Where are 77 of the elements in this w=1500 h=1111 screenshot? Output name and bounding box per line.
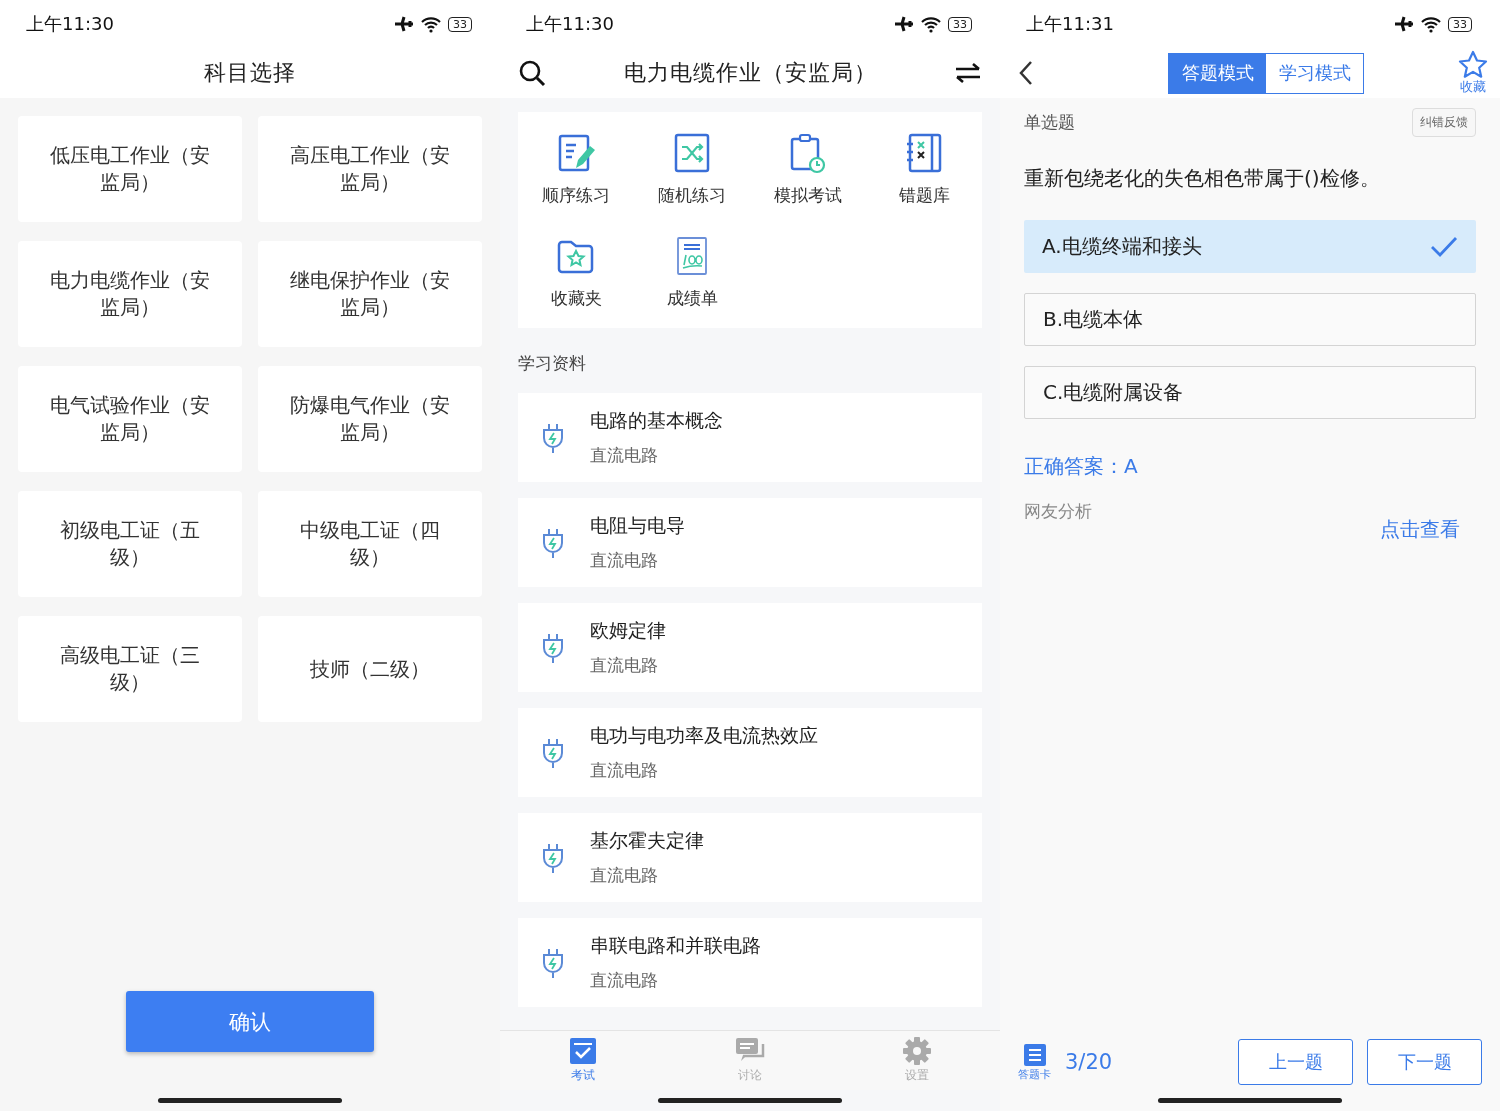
list-icon: [1022, 1042, 1047, 1067]
material-subtitle: 直流电路: [590, 759, 659, 782]
subject-card[interactable]: 低压电工作业（安监局）: [18, 116, 242, 222]
material-title: 电路的基本概念: [590, 408, 723, 433]
mode-tab[interactable]: 答题模式: [1169, 53, 1266, 93]
wifi-icon: [1420, 15, 1442, 33]
material-item[interactable]: 电功与电功率及电流热效应 直流电路: [518, 708, 982, 797]
checklist-icon: [569, 1037, 598, 1065]
check-icon: [1430, 235, 1458, 258]
screen-title: 电力电缆作业（安监局）: [623, 59, 877, 87]
feature-button[interactable]: 错题库: [866, 132, 982, 207]
answer-card-button[interactable]: 答题卡: [1018, 1042, 1051, 1082]
material-title: 电功与电功率及电流热效应: [590, 723, 818, 748]
feature-button[interactable]: 成绩单: [634, 235, 750, 310]
feature-button[interactable]: 模拟考试: [750, 132, 866, 207]
back-icon[interactable]: [1018, 60, 1034, 86]
airplane-icon: [1394, 15, 1414, 33]
feedback-button[interactable]: 纠错反馈: [1412, 108, 1476, 137]
question-type: 单选题: [1024, 111, 1075, 134]
star-icon: [1458, 50, 1488, 78]
material-subtitle: 直流电路: [590, 654, 659, 677]
subject-card[interactable]: 电力电缆作业（安监局）: [18, 241, 242, 347]
material-item[interactable]: 欧姆定律 直流电路: [518, 603, 982, 692]
view-analysis-link[interactable]: 点击查看: [1380, 516, 1460, 543]
battery-indicator: 33: [1448, 16, 1472, 32]
material-item[interactable]: 电阻与电导 直流电路: [518, 498, 982, 587]
material-title: 基尔霍夫定律: [590, 828, 704, 853]
analysis-label: 网友分析: [1024, 500, 1092, 523]
status-time: 上午11:30: [26, 12, 114, 36]
subject-card[interactable]: 电气试验作业（安监局）: [18, 366, 242, 472]
material-title: 电阻与电导: [590, 513, 685, 538]
search-icon[interactable]: [518, 59, 546, 87]
feature-button[interactable]: 收藏夹: [518, 235, 634, 310]
question-text: 重新包绕老化的失色相色带属于()检修。: [1024, 165, 1381, 192]
confirm-button[interactable]: 确认: [126, 991, 374, 1052]
subject-card[interactable]: 初级电工证（五级）: [18, 491, 242, 597]
nav-tab[interactable]: 考试: [543, 1036, 624, 1085]
answer-option[interactable]: C.电缆附属设备: [1024, 366, 1476, 419]
favorite-button[interactable]: 收藏: [1458, 50, 1488, 96]
subject-card[interactable]: 防爆电气作业（安监局）: [258, 366, 482, 472]
subject-card[interactable]: 中级电工证（四级）: [258, 491, 482, 597]
wifi-icon: [420, 15, 442, 33]
correct-answer: 正确答案：A: [1024, 453, 1139, 480]
airplane-icon: [894, 15, 914, 33]
battery-indicator: 33: [448, 16, 472, 32]
section-title: 学习资料: [517, 352, 587, 375]
material-title: 串联电路和并联电路: [590, 933, 761, 958]
feature-button[interactable]: 顺序练习: [518, 132, 634, 207]
notebook-icon: [904, 132, 944, 174]
previous-button[interactable]: 上一题: [1238, 1039, 1353, 1085]
subject-card[interactable]: 技师（二级）: [258, 616, 482, 722]
progress-counter: 3/20: [1065, 1050, 1113, 1074]
subject-card[interactable]: 继电保护作业（安监局）: [258, 241, 482, 347]
battery-indicator: 33: [948, 16, 972, 32]
subject-card[interactable]: 高级电工证（三级）: [18, 616, 242, 722]
subject-card[interactable]: 高压电工作业（安监局）: [258, 116, 482, 222]
status-time: 上午11:30: [526, 12, 614, 36]
material-subtitle: 直流电路: [590, 969, 659, 992]
material-subtitle: 直流电路: [590, 444, 659, 467]
feature-button[interactable]: 随机练习: [634, 132, 750, 207]
next-button[interactable]: 下一题: [1367, 1039, 1482, 1085]
material-subtitle: 直流电路: [590, 549, 659, 572]
material-item[interactable]: 基尔霍夫定律 直流电路: [518, 813, 982, 902]
screen-title: 科目选择: [204, 59, 296, 87]
material-item[interactable]: 串联电路和并联电路 直流电路: [518, 918, 982, 1007]
material-subtitle: 直流电路: [590, 864, 659, 887]
material-item[interactable]: 电路的基本概念 直流电路: [518, 393, 982, 482]
airplane-icon: [394, 15, 414, 33]
note-pencil-icon: [556, 132, 596, 174]
answer-option[interactable]: B.电缆本体: [1024, 293, 1476, 346]
status-time: 上午11:31: [1026, 12, 1114, 36]
answer-option[interactable]: A.电缆终端和接头: [1024, 220, 1476, 273]
shuffle-icon: [672, 132, 712, 174]
clipboard-clock-icon: [788, 132, 828, 174]
swap-icon[interactable]: [954, 61, 982, 85]
material-title: 欧姆定律: [590, 618, 666, 643]
wifi-icon: [920, 15, 942, 33]
